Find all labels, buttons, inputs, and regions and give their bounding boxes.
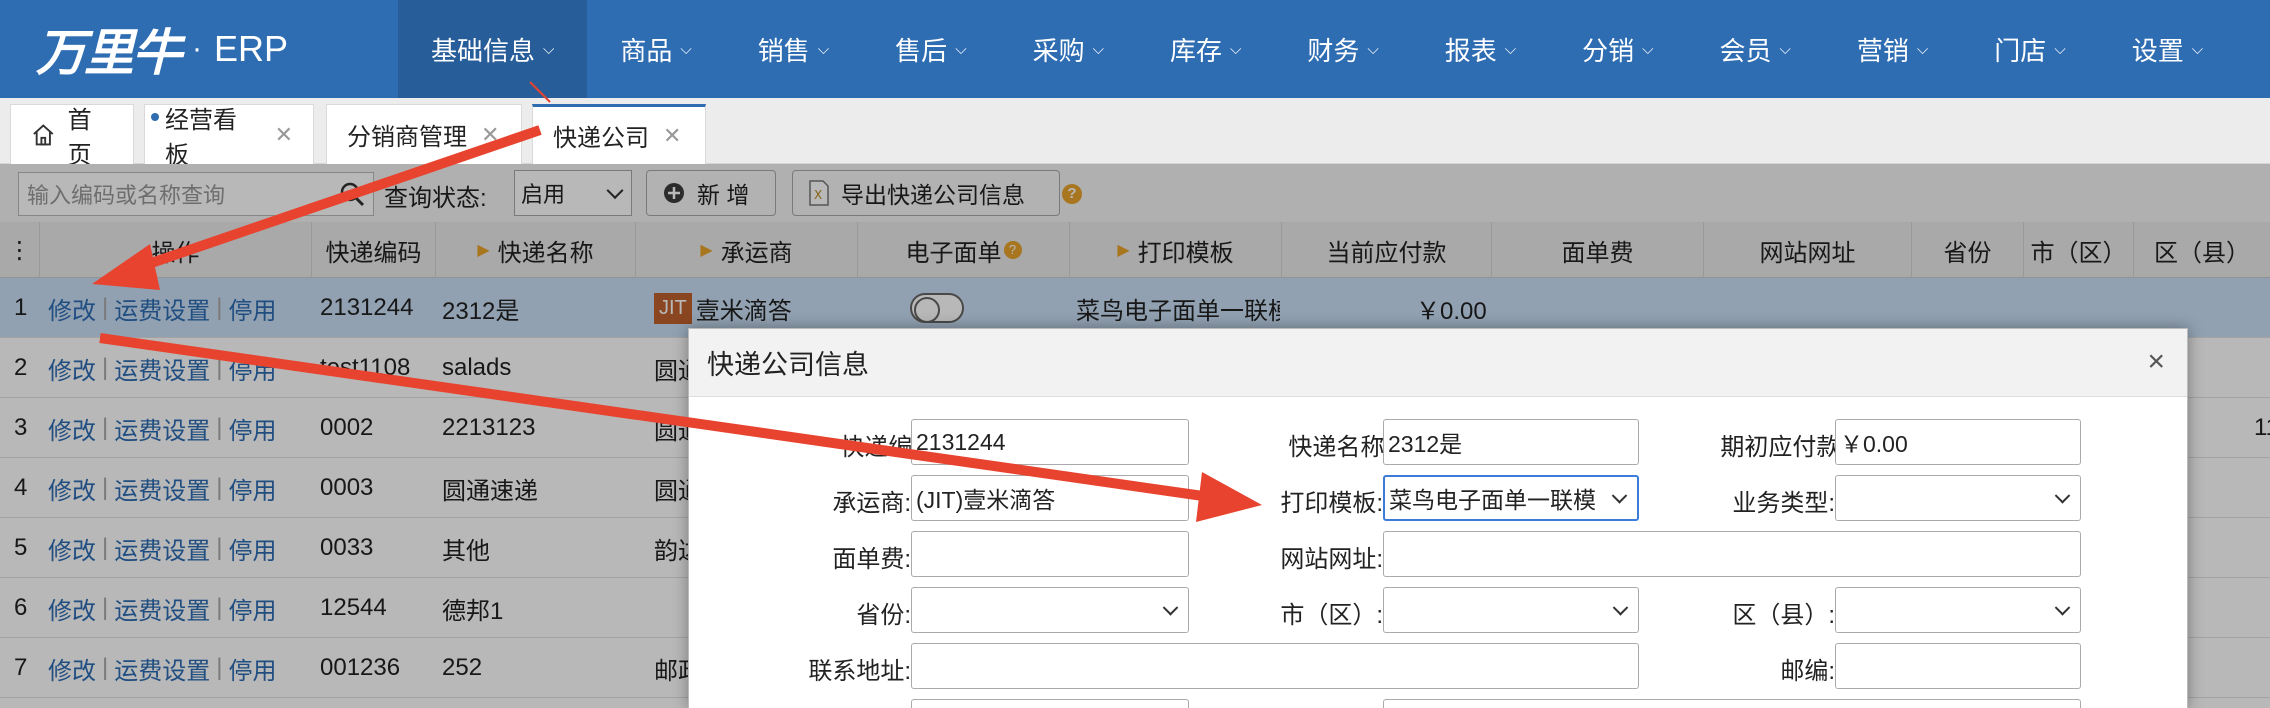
template-select[interactable]: 菜鸟电子面单一联模: [1383, 475, 1639, 521]
chevron-down-icon: ⌵: [955, 40, 967, 58]
chevron-down-icon: ⌵: [1367, 40, 1379, 58]
name-label: 快递名称:: [1209, 427, 1391, 462]
opening-payable-field[interactable]: ￥0.00: [1835, 419, 2081, 465]
nav-label: 财务: [1307, 35, 1360, 66]
label-text: 快递名称:: [1288, 434, 1391, 461]
fee-label: 面单费:: [832, 546, 911, 573]
province-select[interactable]: [911, 587, 1189, 633]
code-value: 2131244: [916, 428, 1006, 455]
nav-inventory[interactable]: 库存 ⌵: [1137, 0, 1274, 98]
chevron-down-icon: ⌵: [1779, 40, 1791, 58]
nav-label: 售后: [895, 35, 948, 66]
tab-label: 首页: [67, 106, 92, 169]
chevron-down-icon: [1611, 488, 1628, 504]
tab-courier-company[interactable]: 快递公司 ✕: [532, 104, 706, 164]
nav-purchase[interactable]: 采购 ⌵: [1000, 0, 1137, 98]
chevron-down-icon: ⌵: [2191, 40, 2204, 58]
chevron-down-icon: [2054, 600, 2071, 616]
template-label: 打印模板:: [1280, 490, 1383, 517]
chevron-down-icon: ⌵: [2054, 40, 2066, 58]
province-label: 省份:: [856, 602, 911, 629]
business-type-label: 业务类型:: [1732, 490, 1835, 517]
nav-label: 设置: [2131, 35, 2184, 66]
code-field[interactable]: 2131244: [911, 419, 1189, 465]
address-label: 联系地址:: [808, 658, 911, 685]
unread-dot: [151, 113, 159, 121]
opening-payable-value: ￥0.00: [1840, 431, 1908, 457]
chevron-down-icon: ⌵: [1504, 40, 1517, 58]
district-select[interactable]: [1835, 587, 2081, 633]
tab-home[interactable]: 首页: [10, 104, 134, 169]
extra-field-1[interactable]: [911, 699, 1189, 708]
tab-label: 快递公司: [553, 125, 649, 152]
nav-sales[interactable]: 销售 ⌵: [725, 0, 862, 98]
district-label: 区（县）:: [1732, 602, 1835, 629]
chevron-down-icon: ⌵: [1916, 40, 1929, 58]
nav-label: 会员: [1719, 35, 1772, 66]
nav-label: 门店: [1994, 35, 2047, 66]
close-icon[interactable]: ✕: [663, 123, 681, 149]
nav-finance[interactable]: 财务 ⌵: [1274, 0, 1411, 98]
nav-marketing[interactable]: 营销 ⌵: [1824, 0, 1961, 98]
nav-members[interactable]: 会员 ⌵: [1687, 0, 1824, 98]
chevron-down-icon: ⌵: [543, 40, 555, 58]
nav-label: 分销: [1582, 35, 1635, 66]
nav-label: 商品: [620, 35, 673, 66]
city-select[interactable]: [1383, 587, 1639, 633]
nav-reports[interactable]: 报表 ⌵: [1412, 0, 1549, 98]
logo: 万里牛 · ERP: [0, 0, 398, 98]
name-field[interactable]: 2312是: [1383, 419, 1639, 465]
zip-label: 邮编:: [1780, 658, 1835, 685]
tab-strip: 首页 经营看板 ✕ 分销商管理 ✕ 快递公司 ✕: [0, 98, 2270, 169]
carrier-label: 承运商:: [832, 490, 911, 517]
close-icon[interactable]: ✕: [481, 122, 499, 148]
template-value: 菜鸟电子面单一联模: [1389, 487, 1595, 513]
nav-after-sales[interactable]: 售后 ⌵: [862, 0, 999, 98]
courier-info-dialog: 快递公司信息 × 快递编码: 2131244 快递名称: 2312是 期初应付款…: [688, 328, 2188, 708]
chevron-down-icon: ⌵: [1092, 40, 1104, 58]
chevron-down-icon: [1162, 600, 1179, 616]
nav-basic-info[interactable]: 基础信息 ⌵: [398, 0, 588, 98]
logo-product: ERP: [214, 28, 289, 69]
nav-distribution[interactable]: 分销 ⌵: [1549, 0, 1686, 98]
carrier-value: (JIT)壹米滴答: [916, 487, 1056, 513]
nav-settings[interactable]: 设置 ⌵: [2099, 0, 2236, 98]
nav-label: 营销: [1856, 35, 1909, 66]
tab-distributor-management[interactable]: 分销商管理 ✕: [326, 104, 522, 164]
nav-label: 基础信息: [431, 35, 536, 66]
carrier-field[interactable]: (JIT)壹米滴答: [911, 475, 1189, 521]
address-field[interactable]: [911, 643, 1639, 689]
opening-payable-label: 期初应付款:: [1720, 434, 1847, 461]
extra-field-2[interactable]: [1383, 699, 2081, 708]
dialog-title: 快递公司信息: [689, 329, 2187, 397]
chevron-down-icon: ⌵: [680, 40, 692, 58]
website-field[interactable]: [1383, 531, 2081, 577]
tab-label: 分销商管理: [347, 124, 467, 151]
tab-dashboard[interactable]: 经营看板 ✕: [144, 104, 314, 169]
business-type-select[interactable]: [1835, 475, 2081, 521]
name-value: 2312是: [1388, 431, 1463, 457]
home-icon: [33, 123, 54, 145]
chevron-down-icon: ⌵: [1229, 40, 1242, 58]
logo-brand: 万里牛: [36, 23, 182, 82]
city-label: 市（区）:: [1280, 602, 1383, 629]
nav-goods[interactable]: 商品 ⌵: [587, 0, 724, 98]
fee-field[interactable]: [911, 531, 1189, 577]
nav-label: 库存: [1169, 35, 1222, 66]
nav-stores[interactable]: 门店 ⌵: [1961, 0, 2098, 98]
logo-dot: ·: [192, 32, 202, 65]
chevron-down-icon: [2054, 488, 2071, 504]
close-icon[interactable]: ×: [2147, 345, 2165, 379]
zip-field[interactable]: [1835, 643, 2081, 689]
chevron-down-icon: ⌵: [1642, 40, 1654, 58]
chevron-down-icon: [1612, 600, 1629, 616]
close-icon[interactable]: ✕: [275, 122, 293, 148]
top-navigation: 万里牛 · ERP 基础信息 ⌵ 商品 ⌵ 销售 ⌵ 售后 ⌵ 采购 ⌵ 库存 ⌵ 财务 ⌵ …: [0, 0, 2270, 98]
nav-label: 报表: [1444, 35, 1497, 66]
nav-label: 采购: [1032, 35, 1085, 66]
chevron-down-icon: ⌵: [817, 40, 830, 58]
nav-label: 销售: [757, 35, 810, 66]
website-label: 网站网址:: [1280, 546, 1383, 573]
tab-label: 经营看板: [165, 106, 237, 169]
